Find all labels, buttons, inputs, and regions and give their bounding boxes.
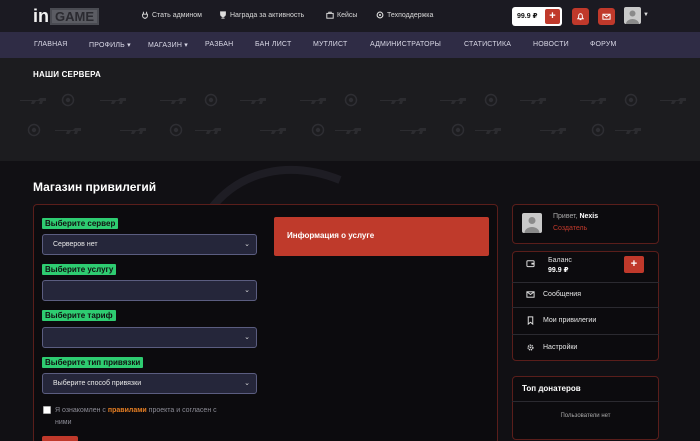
main-nav: ГЛАВНАЯ ПРОФИЛЬ ▾ МАГАЗИН ▾ РАЗБАН БАН Л… <box>0 32 700 58</box>
chevron-down-icon: ▾ <box>184 42 189 49</box>
agree-suffix: проекта и согласен с <box>146 407 217 414</box>
menu-item-label: Сообщения <box>543 291 581 298</box>
messages-button[interactable] <box>598 8 615 25</box>
server-select-value: Серверов нет <box>53 241 98 248</box>
toplink-label: Стать админом <box>152 11 202 19</box>
nav-banlist[interactable]: БАН ЛИСТ <box>255 41 291 48</box>
pattern-row <box>20 93 686 137</box>
case-icon <box>326 11 334 19</box>
profile-username[interactable]: Nexis <box>579 213 598 220</box>
profile-avatar[interactable] <box>522 213 542 233</box>
tariff-label: Выберите тариф <box>42 310 116 321</box>
plug-icon <box>142 11 148 19</box>
service-info-button[interactable]: Информация о услуге <box>274 217 489 256</box>
toplink-label: Награда за активность <box>230 11 305 19</box>
balance-label: Баланс <box>548 257 572 264</box>
bookmark-icon <box>527 316 534 325</box>
service-select[interactable]: ⌄ <box>42 280 257 301</box>
menu-messages[interactable]: Сообщения <box>526 290 581 299</box>
notifications-button[interactable] <box>572 8 589 25</box>
menu-settings[interactable]: Настройки <box>526 343 577 352</box>
toplink-label: Техподдержка <box>387 11 434 19</box>
nav-news[interactable]: НОВОСТИ <box>533 41 569 48</box>
top-balance-value: 99.9 ₽ <box>517 13 538 20</box>
service-info-label: Информация о услуге <box>287 231 375 240</box>
profile-greeting: Привет, Nexis <box>553 213 598 220</box>
nav-profile-label: ПРОФИЛЬ <box>89 42 125 49</box>
menu-divider <box>512 334 659 335</box>
chevron-down-icon: ▾ <box>127 42 131 49</box>
envelope-icon <box>602 13 611 20</box>
logo-in-text: in <box>33 6 49 26</box>
nav-admins[interactable]: АДМИНИСТРАТОРЫ <box>370 41 441 48</box>
toplink-support[interactable]: Техподдержка <box>376 11 433 19</box>
nav-stats[interactable]: СТАТИСТИКА <box>464 41 511 48</box>
donors-divider <box>512 401 659 402</box>
top-donors-title: Топ донатеров <box>522 384 581 393</box>
user-avatar-icon <box>626 10 639 24</box>
site-logo[interactable]: in GAME <box>33 7 107 26</box>
server-label: Выберите сервер <box>42 218 119 229</box>
tariff-select[interactable]: ⌄ <box>42 327 257 348</box>
nav-mutelist[interactable]: МУТЛИСТ <box>313 41 348 48</box>
support-icon <box>376 11 384 19</box>
menu-item-label: Настройки <box>543 344 578 351</box>
bind-type-select-value: Выберите способ привязки <box>53 380 142 387</box>
agree-text-line1: Я ознакомлен с правилами проекта и согла… <box>55 405 217 417</box>
logo-game-text: GAME <box>50 8 99 25</box>
user-avatar-icon <box>524 217 540 233</box>
nav-unban[interactable]: РАЗБАН <box>205 41 233 48</box>
nav-profile[interactable]: ПРОФИЛЬ ▾ <box>89 41 131 49</box>
bind-type-label: Выберите тип привязки <box>42 357 144 368</box>
service-label: Выберите услугу <box>42 264 117 275</box>
profile-role: Создатель <box>553 225 588 232</box>
server-select[interactable]: Серверов нет ⌄ <box>42 234 257 255</box>
nav-shop-label: МАГАЗИН <box>148 42 183 49</box>
rules-link[interactable]: правилами <box>108 407 147 414</box>
bell-icon <box>576 13 585 21</box>
bind-type-select[interactable]: Выберите способ привязки ⌄ <box>42 373 257 394</box>
menu-divider <box>512 307 659 308</box>
nav-home[interactable]: ГЛАВНАЯ <box>34 41 68 48</box>
toplink-label: Кейсы <box>337 11 358 19</box>
trophy-icon <box>220 11 226 19</box>
buy-button[interactable] <box>42 436 78 441</box>
toplink-reward[interactable]: Награда за активность <box>219 11 304 19</box>
chevron-down-icon[interactable]: ▼ <box>643 12 649 18</box>
top-donors-empty: Пользователи нет <box>560 413 611 419</box>
toplink-cases[interactable]: Кейсы <box>326 11 357 19</box>
top-balance: 99.9 ₽ + <box>512 7 562 26</box>
balance-value: 99.9 ₽ <box>548 267 569 274</box>
chevron-down-icon: ⌄ <box>244 380 250 387</box>
user-avatar[interactable] <box>624 7 641 24</box>
page-title: Магазин привилегий <box>33 180 157 194</box>
nav-forum[interactable]: ФОРУМ <box>590 41 617 48</box>
gear-icon <box>527 344 534 351</box>
weapon-pattern-background <box>20 93 686 137</box>
menu-my-privileges[interactable]: Мои привилегии <box>526 316 596 325</box>
wallet-icon <box>526 260 535 268</box>
greeting-text: Привет, <box>553 213 578 220</box>
chevron-down-icon: ⌄ <box>244 334 250 341</box>
agree-checkbox[interactable] <box>43 406 51 414</box>
menu-divider <box>512 282 659 283</box>
envelope-icon <box>526 291 535 298</box>
banner-title: НАШИ СЕРВЕРА <box>33 70 101 79</box>
top-add-funds-button[interactable]: + <box>545 9 560 24</box>
add-funds-button[interactable]: + <box>624 256 644 273</box>
chevron-down-icon: ⌄ <box>244 287 250 294</box>
servers-banner: НАШИ СЕРВЕРА <box>0 58 700 161</box>
top-bar: in GAME Стать админом Награда за активно… <box>0 0 700 32</box>
menu-item-label: Мои привилегии <box>543 317 597 324</box>
chevron-down-icon: ⌄ <box>244 241 250 248</box>
nav-shop[interactable]: МАГАЗИН ▾ <box>148 41 188 49</box>
agree-text-line2: ними <box>55 419 72 426</box>
toplink-become-admin[interactable]: Стать админом <box>141 11 202 19</box>
agree-prefix: Я ознакомлен с <box>55 407 108 414</box>
